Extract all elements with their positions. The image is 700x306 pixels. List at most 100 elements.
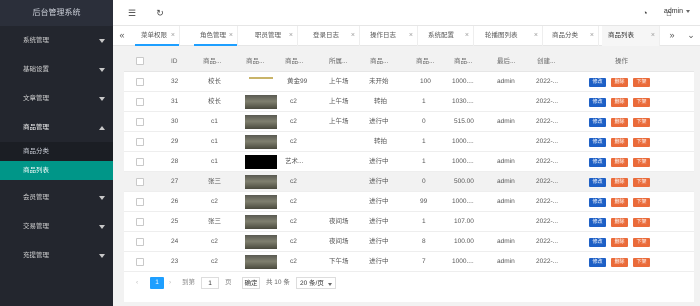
delete-button[interactable]: 删除 bbox=[611, 78, 628, 87]
close-icon[interactable]: × bbox=[651, 26, 655, 45]
offline-button[interactable]: 下架 bbox=[633, 78, 650, 87]
close-icon[interactable]: × bbox=[590, 26, 594, 45]
offline-button[interactable]: 下架 bbox=[633, 138, 650, 147]
close-icon[interactable]: × bbox=[465, 26, 469, 45]
tab-product-category[interactable]: 商品分类 × bbox=[546, 26, 599, 46]
sidebar-item-deposits[interactable]: 充提管理 bbox=[0, 241, 113, 270]
delete-button[interactable]: 删除 bbox=[611, 158, 628, 167]
tab-role-management[interactable]: 角色管理 × bbox=[194, 26, 238, 46]
row-checkbox[interactable] bbox=[136, 178, 144, 186]
tab-indicator bbox=[194, 44, 237, 46]
edit-button[interactable]: 修改 bbox=[589, 158, 606, 167]
offline-button[interactable]: 下架 bbox=[633, 158, 650, 167]
offline-button[interactable]: 下架 bbox=[633, 238, 650, 247]
row-checkbox[interactable] bbox=[136, 258, 144, 266]
cell-price: 107.00 bbox=[454, 218, 474, 225]
page-size-value: 20 条/页 bbox=[300, 280, 324, 287]
edit-button[interactable]: 修改 bbox=[589, 178, 606, 187]
row-checkbox[interactable] bbox=[136, 78, 144, 86]
tab-operation-log[interactable]: 操作日志 × bbox=[364, 26, 418, 46]
row-checkbox[interactable] bbox=[136, 118, 144, 126]
palette-icon[interactable]: ◔ bbox=[640, 8, 650, 18]
delete-button[interactable]: 删除 bbox=[611, 238, 628, 247]
sidebar-item-label: 商品列表 bbox=[23, 167, 49, 174]
cell-price: 500.00 bbox=[454, 178, 474, 185]
row-checkbox[interactable] bbox=[136, 158, 144, 166]
confirm-page-button[interactable]: 确定 bbox=[242, 277, 260, 289]
cell-price: 1000.... bbox=[452, 258, 474, 265]
row-checkbox[interactable] bbox=[136, 238, 144, 246]
close-icon[interactable]: × bbox=[534, 26, 538, 45]
edit-button[interactable]: 修改 bbox=[589, 258, 606, 267]
tab-system-config[interactable]: 系统配置 × bbox=[422, 26, 474, 46]
offline-button[interactable]: 下架 bbox=[633, 258, 650, 267]
next-page-icon[interactable]: › bbox=[169, 277, 171, 289]
table-row: 26 c2 c2 进行中 99 1000.... admin 2022-... … bbox=[124, 192, 694, 212]
close-icon[interactable]: × bbox=[409, 26, 413, 45]
refresh-icon[interactable]: ↻ bbox=[155, 8, 165, 18]
sidebar-item-products[interactable]: 商品管理 bbox=[0, 113, 113, 142]
prev-page-icon[interactable]: ‹ bbox=[136, 277, 138, 289]
delete-button[interactable]: 删除 bbox=[611, 118, 628, 127]
user-menu[interactable]: admin bbox=[664, 8, 690, 15]
tab-staff-management[interactable]: 职员管理 × bbox=[249, 26, 298, 46]
row-checkbox[interactable] bbox=[136, 98, 144, 106]
page-button-current[interactable]: 1 bbox=[150, 277, 164, 289]
tabs-prev-icon[interactable]: « bbox=[113, 26, 131, 46]
delete-button[interactable]: 删除 bbox=[611, 258, 628, 267]
cell-price: 100.00 bbox=[454, 238, 474, 245]
row-checkbox[interactable] bbox=[136, 138, 144, 146]
delete-button[interactable]: 删除 bbox=[611, 178, 628, 187]
page-number-input[interactable]: 1 bbox=[201, 277, 219, 289]
close-icon[interactable]: × bbox=[289, 26, 293, 45]
edit-button[interactable]: 修改 bbox=[589, 98, 606, 107]
delete-button[interactable]: 删除 bbox=[611, 198, 628, 207]
sidebar-item-label: 文章管理 bbox=[23, 95, 49, 102]
sidebar-item-members[interactable]: 会员管理 bbox=[0, 183, 113, 212]
edit-button[interactable]: 修改 bbox=[589, 198, 606, 207]
edit-button[interactable]: 修改 bbox=[589, 238, 606, 247]
cell-name: 张三 bbox=[208, 178, 221, 185]
sidebar-item-label: 基础设置 bbox=[23, 66, 49, 73]
delete-button[interactable]: 删除 bbox=[611, 138, 628, 147]
close-icon[interactable]: × bbox=[351, 26, 355, 45]
cell-modifier: admin bbox=[497, 118, 515, 125]
offline-button[interactable]: 下架 bbox=[633, 118, 650, 127]
edit-button[interactable]: 修改 bbox=[589, 218, 606, 227]
tab-menu-permission[interactable]: 菜单权限 × bbox=[135, 26, 180, 46]
cell-price: 1000.... bbox=[452, 78, 474, 85]
sidebar-item-system[interactable]: 系统管理 bbox=[0, 26, 113, 55]
cell-id: 31 bbox=[171, 98, 179, 105]
edit-button[interactable]: 修改 bbox=[589, 78, 606, 87]
tab-login-log[interactable]: 登录日志 × bbox=[307, 26, 360, 46]
cell-stock: 1 bbox=[422, 158, 426, 165]
chevron-down-icon[interactable]: ⌄ bbox=[682, 26, 700, 46]
close-icon[interactable]: × bbox=[229, 26, 233, 45]
sidebar-item-articles[interactable]: 文章管理 bbox=[0, 84, 113, 113]
row-checkbox[interactable] bbox=[136, 218, 144, 226]
tab-label: 菜单权限 bbox=[141, 32, 167, 39]
edit-button[interactable]: 修改 bbox=[589, 138, 606, 147]
tabs-next-icon[interactable]: » bbox=[663, 26, 681, 46]
row-checkbox[interactable] bbox=[136, 198, 144, 206]
offline-button[interactable]: 下架 bbox=[633, 98, 650, 107]
edit-button[interactable]: 修改 bbox=[589, 118, 606, 127]
offline-button[interactable]: 下架 bbox=[633, 178, 650, 187]
offline-button[interactable]: 下架 bbox=[633, 218, 650, 227]
offline-button[interactable]: 下架 bbox=[633, 198, 650, 207]
select-all-checkbox[interactable] bbox=[136, 57, 144, 65]
sidebar-item-trades[interactable]: 交易管理 bbox=[0, 212, 113, 241]
sidebar-subitem-product-list[interactable]: 商品列表 bbox=[0, 161, 113, 180]
menu-icon[interactable]: ☰ bbox=[127, 8, 137, 18]
sidebar-item-basic[interactable]: 基础设置 bbox=[0, 55, 113, 84]
close-icon[interactable]: × bbox=[171, 26, 175, 45]
cell-created: 2022-... bbox=[536, 138, 559, 145]
delete-button[interactable]: 删除 bbox=[611, 218, 628, 227]
tab-product-list[interactable]: 商品列表 × bbox=[602, 26, 660, 46]
product-thumbnail bbox=[245, 115, 277, 129]
total-count: 共 10 条 bbox=[266, 279, 290, 286]
sidebar-subitem-product-category[interactable]: 商品分类 bbox=[0, 142, 113, 161]
page-size-select[interactable]: 20 条/页 bbox=[296, 277, 336, 289]
delete-button[interactable]: 删除 bbox=[611, 98, 628, 107]
tab-carousel-list[interactable]: 轮播图列表 × bbox=[479, 26, 543, 46]
